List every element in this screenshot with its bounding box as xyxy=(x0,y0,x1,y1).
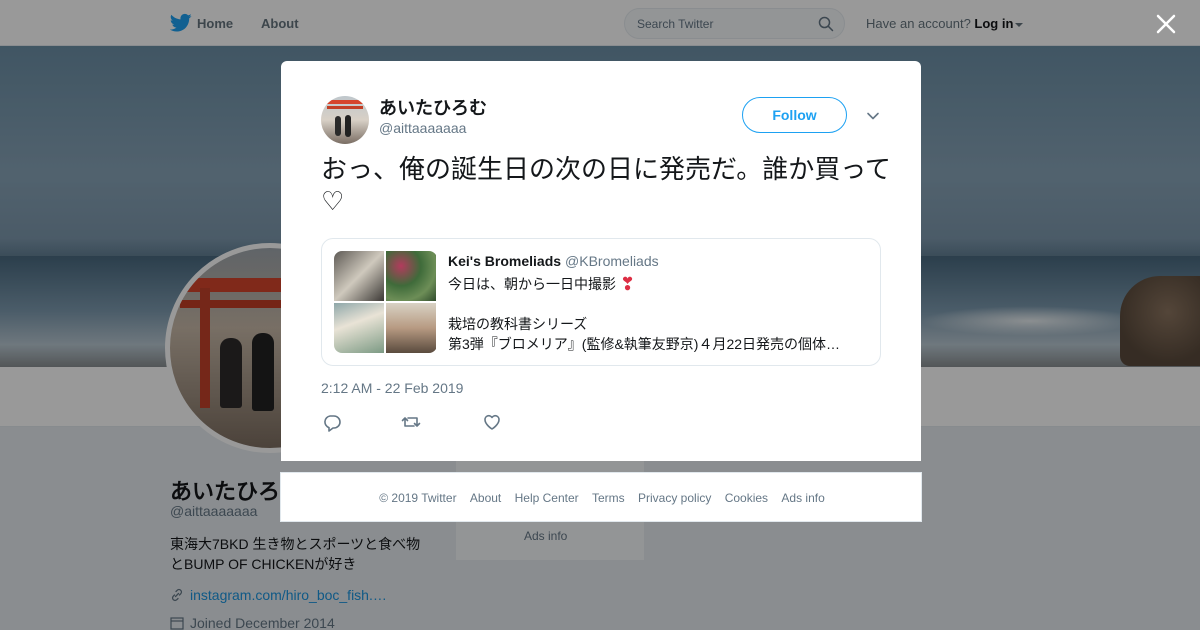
tweet-timestamp[interactable]: 2:12 AM - 22 Feb 2019 xyxy=(321,380,463,396)
footer-link-about[interactable]: About xyxy=(470,491,501,505)
footer-link-privacy[interactable]: Privacy policy xyxy=(638,491,711,505)
modal-footer: © 2019 Twitter About Help Center Terms P… xyxy=(280,472,922,522)
tweet-text: おっ、俺の誕生日の次の日に発売だ。誰か買って♡ xyxy=(321,154,891,216)
tweet-author-avatar[interactable] xyxy=(321,96,369,144)
footer-link-cookies[interactable]: Cookies xyxy=(725,491,768,505)
media-thumbnail[interactable] xyxy=(334,251,384,301)
quoted-author-handle: @KBromeliads xyxy=(565,253,659,269)
avatar-torii-beam-lower xyxy=(327,106,363,109)
media-thumbnail[interactable] xyxy=(386,303,436,353)
avatar-torii-beam xyxy=(323,100,367,104)
tweet-author-name[interactable]: あいたひろむ xyxy=(379,94,487,120)
quoted-author-name: Kei's Bromeliads xyxy=(448,253,562,269)
quoted-text-line-3: 第3弾『ブロメリア』(監修&執筆友野京)４月22日発売の個体… xyxy=(448,336,841,352)
retweet-icon[interactable] xyxy=(401,412,421,432)
footer-link-ads-info[interactable]: Ads info xyxy=(781,491,824,505)
chevron-down-icon[interactable] xyxy=(866,109,880,123)
close-icon[interactable] xyxy=(1155,13,1177,35)
media-thumbnail[interactable] xyxy=(386,251,436,301)
quoted-tweet-media[interactable] xyxy=(334,251,437,353)
quoted-text-line-1: 今日は、朝から一日中撮影 xyxy=(448,276,616,292)
quoted-author: Kei's Bromeliads @KBromeliads xyxy=(448,253,659,269)
like-icon[interactable] xyxy=(482,412,502,432)
tweet-author-handle[interactable]: @aittaaaaaaa xyxy=(379,120,466,136)
reply-icon[interactable] xyxy=(322,412,342,432)
quoted-tweet[interactable]: Kei's Bromeliads @KBromeliads 今日は、朝から一日中撮… xyxy=(321,238,881,366)
footer-links: © 2019 Twitter About Help Center Terms P… xyxy=(281,491,923,505)
tweet-modal: あいたひろむ @aittaaaaaaa Follow おっ、俺の誕生日の次の日に… xyxy=(281,61,921,461)
footer-copyright: © 2019 Twitter xyxy=(379,491,457,505)
quoted-text-line-2: 栽培の教科書シリーズ xyxy=(448,316,588,332)
footer-link-terms[interactable]: Terms xyxy=(592,491,625,505)
heart-emoji-icon: ❣ xyxy=(620,274,636,294)
media-thumbnail[interactable] xyxy=(334,303,384,353)
quoted-text-line: 今日は、朝から一日中撮影 ❣ xyxy=(448,274,635,295)
avatar-person xyxy=(345,115,351,137)
follow-button[interactable]: Follow xyxy=(742,97,847,133)
avatar-person xyxy=(335,116,341,136)
footer-link-help-center[interactable]: Help Center xyxy=(515,491,579,505)
